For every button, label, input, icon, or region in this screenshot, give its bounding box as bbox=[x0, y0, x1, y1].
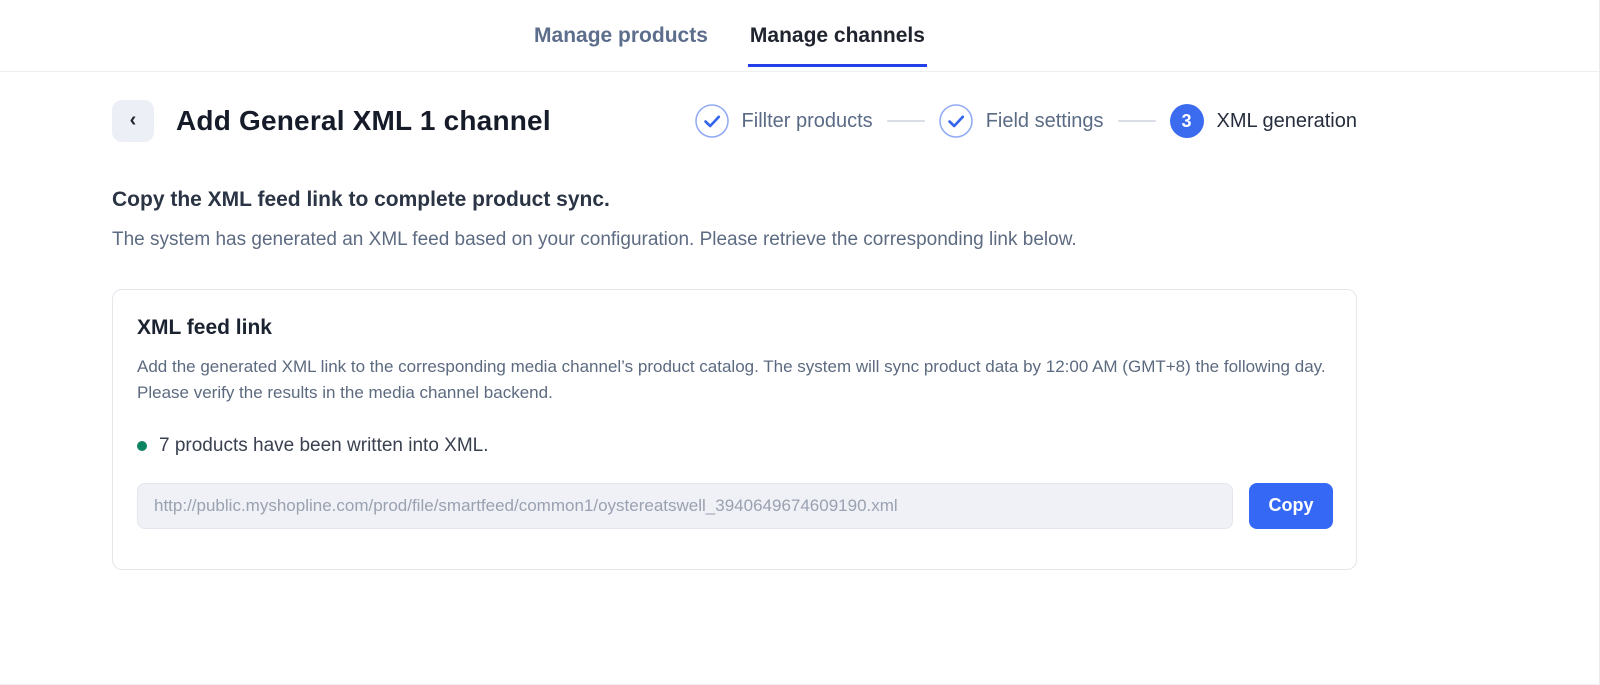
header-row: ‹ Add General XML 1 channel Fillter prod… bbox=[112, 100, 1357, 142]
header-left: ‹ Add General XML 1 channel bbox=[112, 100, 551, 142]
tab-manage-products[interactable]: Manage products bbox=[532, 17, 710, 54]
tab-manage-channels[interactable]: Manage channels bbox=[748, 17, 927, 54]
card-description: Add the generated XML link to the corres… bbox=[137, 354, 1327, 407]
status-row: 7 products have been written into XML. bbox=[137, 435, 1332, 457]
step-connector bbox=[1118, 120, 1156, 122]
copy-button[interactable]: Copy bbox=[1249, 483, 1333, 529]
feed-link-row: Copy bbox=[137, 483, 1332, 529]
page: Manage products Manage channels ‹ Add Ge… bbox=[0, 0, 1600, 685]
check-circle-icon bbox=[939, 104, 973, 138]
back-button[interactable]: ‹ bbox=[112, 100, 154, 142]
step-label-xml-generation: XML generation bbox=[1217, 110, 1357, 133]
status-text: 7 products have been written into XML. bbox=[159, 435, 489, 457]
tab-group: Manage products Manage channels bbox=[532, 17, 927, 54]
step-field-settings: Field settings bbox=[939, 104, 1104, 138]
stepper: Fillter products Field settings 3 bbox=[695, 104, 1357, 138]
card-title: XML feed link bbox=[137, 316, 1332, 340]
step-label-field-settings: Field settings bbox=[986, 110, 1104, 133]
success-dot-icon bbox=[137, 441, 147, 451]
feed-url-input[interactable] bbox=[137, 483, 1233, 529]
section-description: The system has generated an XML feed bas… bbox=[112, 229, 1487, 251]
step-number-badge: 3 bbox=[1170, 104, 1204, 138]
step-filter-products: Fillter products bbox=[695, 104, 873, 138]
step-xml-generation: 3 XML generation bbox=[1170, 104, 1357, 138]
step-label-filter-products: Fillter products bbox=[742, 110, 873, 133]
xml-feed-link-card: XML feed link Add the generated XML link… bbox=[112, 289, 1357, 570]
page-title: Add General XML 1 channel bbox=[176, 105, 551, 137]
section-heading: Copy the XML feed link to complete produ… bbox=[112, 188, 1487, 212]
step-connector bbox=[887, 120, 925, 122]
chevron-left-icon: ‹ bbox=[130, 110, 137, 130]
check-circle-icon bbox=[695, 104, 729, 138]
top-tab-bar: Manage products Manage channels bbox=[0, 0, 1599, 72]
main-content: ‹ Add General XML 1 channel Fillter prod… bbox=[0, 72, 1599, 570]
